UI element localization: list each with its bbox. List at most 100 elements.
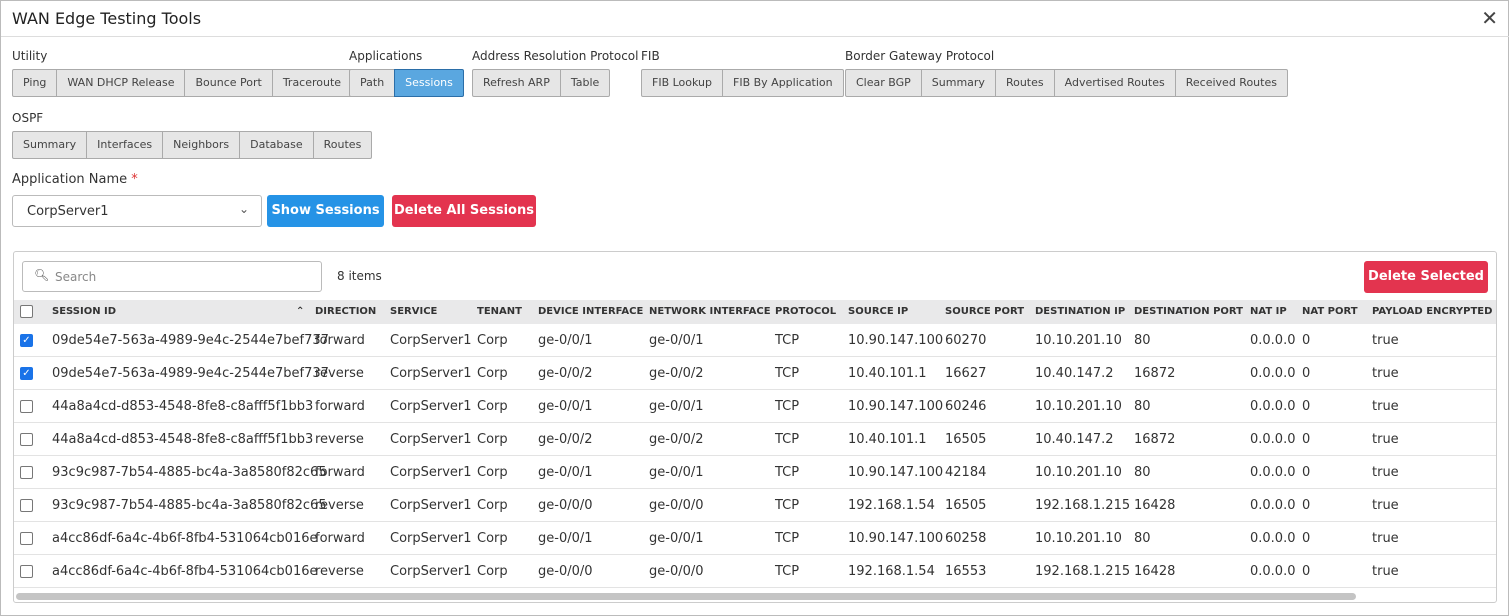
row-checkbox[interactable] xyxy=(20,433,33,446)
refresh-arp-button[interactable]: Refresh ARP xyxy=(472,69,561,97)
group-label: Utility xyxy=(12,49,48,63)
table-cell: 10.40.101.1 xyxy=(848,432,927,447)
button-group: Refresh ARP Table xyxy=(472,69,638,97)
clear-bgp-button[interactable]: Clear BGP xyxy=(845,69,922,97)
table-cell: 16505 xyxy=(945,498,987,513)
show-sessions-button[interactable]: Show Sessions xyxy=(267,195,384,227)
column-header[interactable]: DESTINATION IP xyxy=(1035,300,1125,324)
table-cell: 0.0.0.0 xyxy=(1250,366,1296,381)
group-address-resolution-protocol: Address Resolution Protocol Refresh ARP Ta… xyxy=(472,49,638,97)
column-header[interactable]: DESTINATION PORT xyxy=(1134,300,1243,324)
group-fib: FIB FIB Lookup FIB By Application xyxy=(641,49,844,97)
table-cell: ge-0/0/2 xyxy=(649,432,704,447)
table-row[interactable]: ✓ 09de54e7-563a-4989-9e4c-2544e7bef737 for… xyxy=(14,324,1496,357)
row-checkbox[interactable] xyxy=(20,499,33,512)
database-button[interactable]: Database xyxy=(239,131,314,159)
routes-button[interactable]: Routes xyxy=(994,69,1055,97)
delete-selected-button[interactable]: Delete Selected xyxy=(1364,261,1488,293)
table-cell: ge-0/0/1 xyxy=(649,465,704,480)
summary-button[interactable]: Summary xyxy=(12,131,88,159)
table-row[interactable]: a4cc86df-6a4c-4b6f-8fb4-531064cb016e forw… xyxy=(14,522,1496,555)
table-cell: 93c9c987-7b54-4885-bc4a-3a8580f82c65 xyxy=(52,465,327,480)
path-button[interactable]: Path xyxy=(349,69,396,97)
group-label: OSPF xyxy=(12,111,44,125)
column-header[interactable]: SESSION ID xyxy=(52,300,116,324)
table-row[interactable]: 93c9c987-7b54-4885-bc4a-3a8580f82c65 reve… xyxy=(14,489,1496,522)
table-row[interactable]: 44a8a4cd-d853-4548-8fe8-c8afff5f1bb3 reve… xyxy=(14,423,1496,456)
table-row[interactable]: ✓ 09de54e7-563a-4989-9e4c-2544e7bef737 rev… xyxy=(14,357,1496,390)
table-cell: Corp xyxy=(477,498,508,513)
application-name-select[interactable]: CorpServer1 ⌄ xyxy=(12,195,262,227)
select-all-checkbox[interactable] xyxy=(20,305,33,318)
column-header[interactable]: NETWORK INTERFACE xyxy=(649,300,771,324)
table-cell: Corp xyxy=(477,333,508,348)
column-header[interactable]: PAYLOAD ENCRYPTED xyxy=(1372,300,1492,324)
sessions-button[interactable]: Sessions xyxy=(394,69,464,97)
neighbors-button[interactable]: Neighbors xyxy=(162,131,241,159)
column-header[interactable]: SERVICE xyxy=(390,300,437,324)
column-header[interactable]: TENANT xyxy=(477,300,522,324)
table-cell: reverse xyxy=(315,564,364,579)
column-header[interactable]: DEVICE INTERFACE xyxy=(538,300,643,324)
row-checkbox[interactable] xyxy=(20,565,33,578)
traceroute-button[interactable]: Traceroute xyxy=(271,69,353,97)
table-cell: 0 xyxy=(1302,465,1311,480)
column-header[interactable]: NAT PORT xyxy=(1302,300,1358,324)
button-group: Path Sessions xyxy=(349,69,464,97)
row-checkbox[interactable] xyxy=(20,400,33,413)
advertised-routes-button[interactable]: Advertised Routes xyxy=(1053,69,1176,97)
table-cell: Corp xyxy=(477,564,508,579)
row-checkbox[interactable] xyxy=(20,532,33,545)
row-checkbox[interactable] xyxy=(20,466,33,479)
table-cell: TCP xyxy=(775,498,800,513)
table-cell: 10.90.147.100 xyxy=(848,399,944,414)
close-icon[interactable]: ✕ xyxy=(1481,6,1498,30)
table-cell: 09de54e7-563a-4989-9e4c-2544e7bef737 xyxy=(52,366,329,381)
column-header[interactable]: SOURCE PORT xyxy=(945,300,1024,324)
row-checkbox[interactable]: ✓ xyxy=(20,367,33,380)
group-utility: Utility Ping WAN DHCP Release Bounce Port Tr… xyxy=(12,49,353,97)
column-header[interactable]: DIRECTION xyxy=(315,300,376,324)
summary-button[interactable]: Summary xyxy=(920,69,996,97)
group-label: Applications xyxy=(349,49,423,63)
item-count: 8 items xyxy=(337,269,382,283)
table-cell: 10.10.201.10 xyxy=(1035,399,1122,414)
column-header[interactable]: NAT IP xyxy=(1250,300,1287,324)
table-cell: 192.168.1.54 xyxy=(848,498,935,513)
row-checkbox[interactable]: ✓ xyxy=(20,334,33,347)
received-routes-button[interactable]: Received Routes xyxy=(1174,69,1288,97)
table-button[interactable]: Table xyxy=(559,69,611,97)
sort-ascending-icon[interactable]: ⌃ xyxy=(296,300,304,324)
group-ospf: OSPF Summary Interfaces Neighbors Database Ro… xyxy=(12,111,373,159)
fib-lookup-button[interactable]: FIB Lookup xyxy=(641,69,723,97)
table-cell: TCP xyxy=(775,531,800,546)
table-row[interactable]: 93c9c987-7b54-4885-bc4a-3a8580f82c65 forw… xyxy=(14,456,1496,489)
table-row[interactable]: 44a8a4cd-d853-4548-8fe8-c8afff5f1bb3 forw… xyxy=(14,390,1496,423)
table-cell: 16505 xyxy=(945,432,987,447)
table-row[interactable]: a4cc86df-6a4c-4b6f-8fb4-531064cb016e reve… xyxy=(14,555,1496,588)
column-header[interactable]: PROTOCOL xyxy=(775,300,836,324)
wan-dhcp-release-button[interactable]: WAN DHCP Release xyxy=(56,69,186,97)
table-cell: 16627 xyxy=(945,366,987,381)
routes-button[interactable]: Routes xyxy=(312,131,373,159)
table-cell: ge-0/0/2 xyxy=(649,366,704,381)
table-cell: 10.90.147.100 xyxy=(848,465,944,480)
table-cell: true xyxy=(1372,333,1399,348)
table-cell: forward xyxy=(315,333,365,348)
search-input[interactable]: 🔍︎ Search xyxy=(22,261,322,292)
table-cell: TCP xyxy=(775,465,800,480)
fib-by-application-button[interactable]: FIB By Application xyxy=(722,69,844,97)
interfaces-button[interactable]: Interfaces xyxy=(86,131,164,159)
ping-button[interactable]: Ping xyxy=(12,69,58,97)
table-cell: 44a8a4cd-d853-4548-8fe8-c8afff5f1bb3 xyxy=(52,399,314,414)
horizontal-scrollbar[interactable] xyxy=(16,593,1356,600)
group-border-gateway-protocol: Border Gateway Protocol Clear BGP Summary R… xyxy=(845,49,1288,97)
table-cell: 16428 xyxy=(1134,564,1176,579)
button-group: Clear BGP Summary Routes Advertised Routes R… xyxy=(845,69,1288,97)
bounce-port-button[interactable]: Bounce Port xyxy=(184,69,273,97)
delete-all-sessions-button[interactable]: Delete All Sessions xyxy=(392,195,536,227)
column-header[interactable]: SOURCE IP xyxy=(848,300,908,324)
table-cell: 80 xyxy=(1134,465,1151,480)
table-cell: 0 xyxy=(1302,498,1311,513)
group-label: FIB xyxy=(641,49,660,63)
